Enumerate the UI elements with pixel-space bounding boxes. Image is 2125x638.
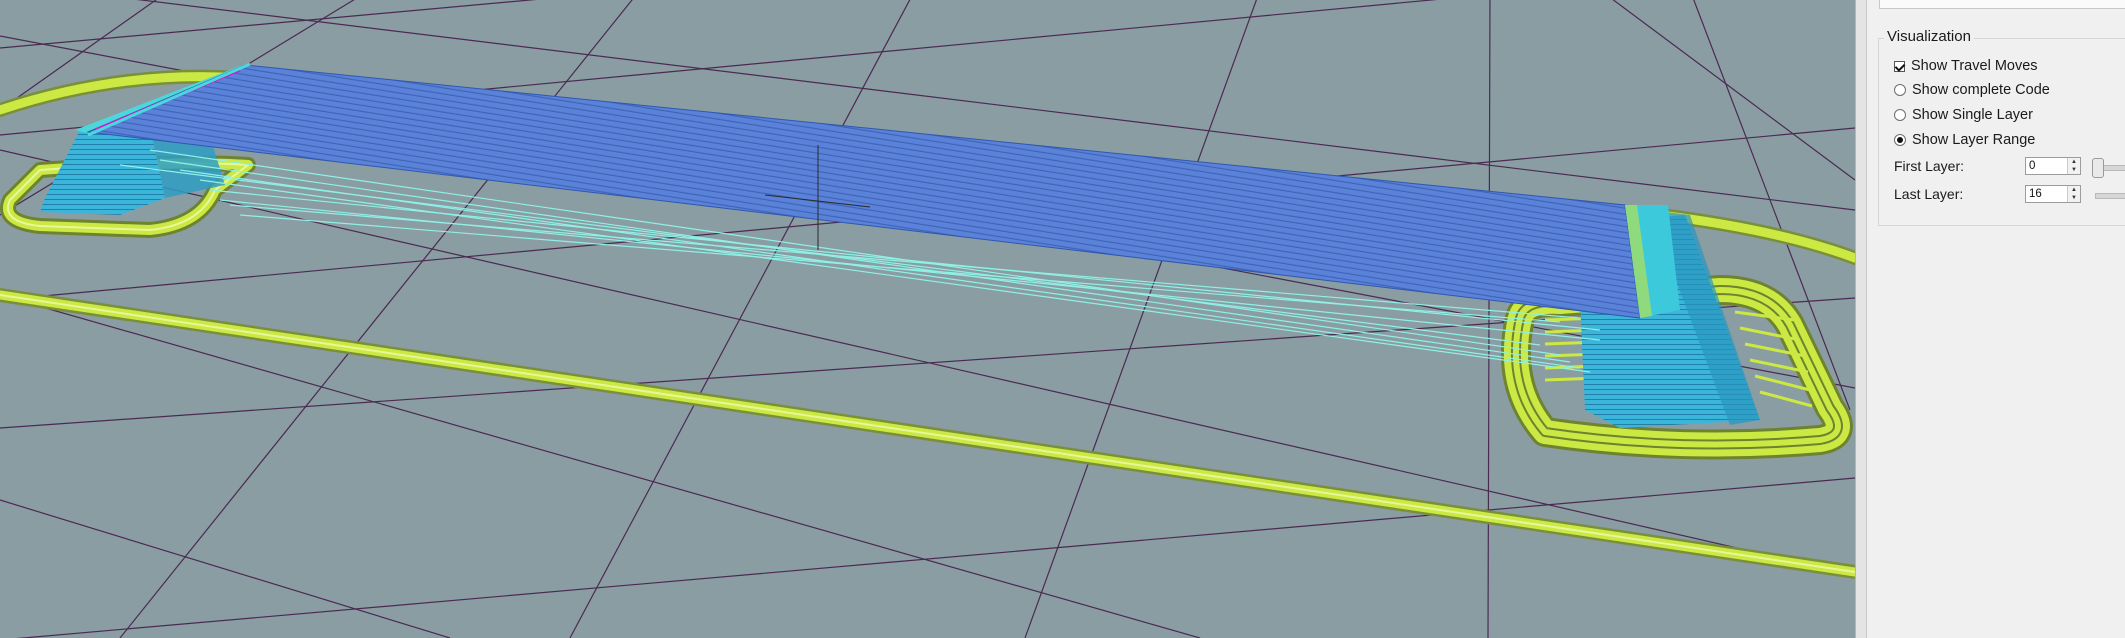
show-single-layer-radio[interactable]: Show Single Layer (1894, 105, 2033, 125)
first-layer-label: First Layer: (1894, 158, 1965, 174)
show-single-layer-label: Show Single Layer (1912, 107, 2033, 123)
side-panel: Visualization Show Travel Moves Show com… (1867, 0, 2125, 638)
spin-down-icon[interactable]: ▼ (2068, 166, 2080, 174)
show-layer-range-label: Show Layer Range (1912, 132, 2036, 148)
show-travel-moves-checkbox[interactable]: Show Travel Moves (1894, 56, 2038, 76)
panel-splitter[interactable] (1855, 0, 1867, 638)
visualization-title: Visualization (1884, 28, 1974, 45)
radio-unchecked-icon[interactable] (1894, 109, 1906, 121)
show-travel-moves-label: Show Travel Moves (1911, 58, 2038, 74)
gcode-preview-canvas[interactable] (0, 0, 1855, 638)
spin-down-icon[interactable]: ▼ (2068, 194, 2080, 202)
first-layer-slider-thumb[interactable] (2092, 158, 2104, 178)
radio-checked-icon[interactable] (1894, 134, 1906, 146)
spin-up-icon[interactable]: ▲ (2068, 186, 2080, 194)
last-layer-slider[interactable] (2095, 193, 2125, 199)
show-complete-code-label: Show complete Code (1912, 82, 2050, 98)
show-complete-code-radio[interactable]: Show complete Code (1894, 80, 2050, 100)
last-layer-value[interactable]: 16 (2026, 186, 2067, 202)
3d-viewport[interactable] (0, 0, 1855, 638)
first-layer-spinbox[interactable]: 0 ▲ ▼ (2025, 157, 2081, 175)
last-layer-label: Last Layer: (1894, 186, 1964, 202)
last-layer-spinbox[interactable]: 16 ▲ ▼ (2025, 185, 2081, 203)
checkbox-checked-icon[interactable] (1894, 60, 1905, 72)
spin-up-icon[interactable]: ▲ (2068, 158, 2080, 166)
radio-unchecked-icon[interactable] (1894, 84, 1906, 96)
first-layer-value[interactable]: 0 (2026, 158, 2067, 174)
panel-top-group (1879, 0, 2125, 9)
show-layer-range-radio[interactable]: Show Layer Range (1894, 130, 2035, 150)
